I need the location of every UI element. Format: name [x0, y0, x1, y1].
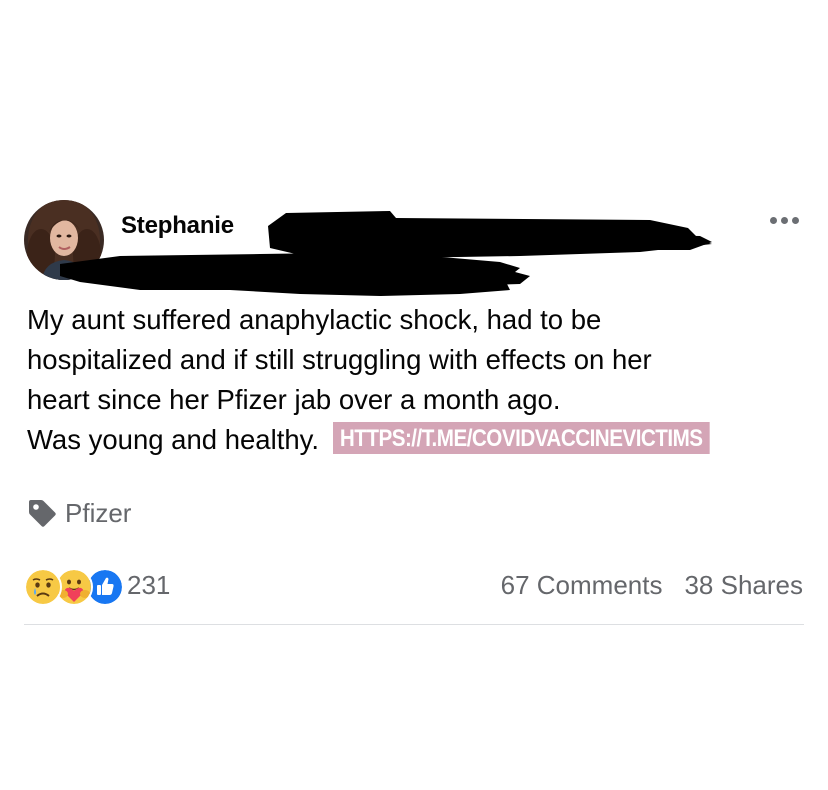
- post-body: My aunt suffered anaphylactic shock, had…: [27, 300, 807, 460]
- post-body-line: heart since her Pfizer jab over a month …: [27, 384, 561, 415]
- post-body-line: Was young and healthy.: [27, 424, 319, 455]
- facebook-post: Stephanie My aunt suffered anaphylactic …: [0, 0, 828, 790]
- divider: [24, 624, 804, 625]
- author-avatar[interactable]: [24, 200, 104, 280]
- post-body-line: hospitalized and if still struggling wit…: [27, 344, 652, 375]
- tag-label: Pfizer: [65, 497, 132, 528]
- more-options-button[interactable]: [766, 205, 806, 235]
- engagement-stats: 67 Comments 38 Shares: [501, 566, 803, 604]
- tag-icon: [29, 500, 56, 527]
- reaction-icons: [24, 566, 124, 606]
- topic-tag[interactable]: Pfizer: [26, 495, 131, 531]
- comments-count-link[interactable]: 67 Comments: [501, 570, 663, 601]
- avatar-photo: [24, 200, 104, 280]
- reaction-count: 231: [127, 569, 171, 600]
- reactions-summary[interactable]: 231: [24, 566, 171, 606]
- post-body-line: My aunt suffered anaphylactic shock, had…: [27, 304, 602, 335]
- shares-count-link[interactable]: 38 Shares: [684, 570, 803, 601]
- sad-reaction-icon: [24, 568, 62, 606]
- post-body-last-line: Was young and healthy. HTTPS://T.ME/COVID…: [27, 420, 807, 460]
- author-name[interactable]: Stephanie: [121, 212, 234, 240]
- post-link[interactable]: HTTPS://T.ME/COVIDVACCINEVICTIMS: [333, 422, 710, 454]
- more-options-icon: [770, 216, 799, 224]
